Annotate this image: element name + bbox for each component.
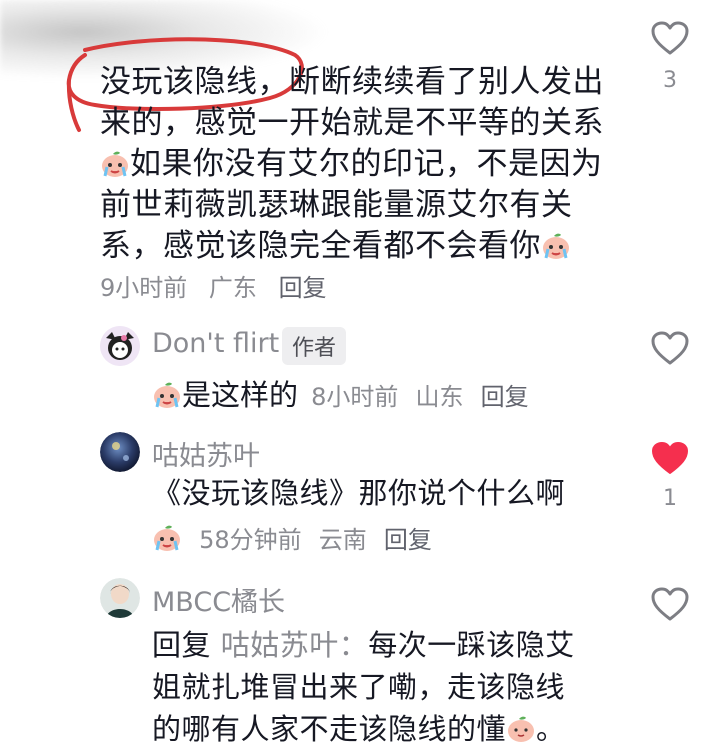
reply-button[interactable]: 回复 [481, 383, 529, 411]
username[interactable]: Don't flirt [152, 328, 279, 359]
location: 山东 [415, 383, 464, 411]
crying-peach-emoji-icon [152, 524, 182, 552]
reply-target-username[interactable]: 咕姑苏叶： [221, 628, 369, 662]
heart-outline-icon[interactable] [650, 330, 690, 366]
like-count: 3 [663, 68, 677, 93]
comment-1-meta: 9小时前 广东 回复 [100, 268, 341, 303]
comment-4-text: 回复 咕姑苏叶：每次一踩该隐艾 姐就扎堆冒出来了嘞，走该隐线 的哪有人家不走该隐… [152, 624, 632, 750]
username[interactable]: 咕姑苏叶 [152, 434, 260, 473]
comment-1-text: 没玩该隐线，断断续续看了别人发出 来的，感觉一开始就是不平等的关系 如果你没有艾… [100, 62, 620, 267]
reply-button[interactable]: 回复 [279, 274, 327, 302]
like-count: 1 [663, 486, 677, 511]
comment-4-line: 的哪有人家不走该隐线的懂 。 [152, 712, 566, 746]
comment-1-line: 系，感觉该隐完全看都不会看你 [100, 226, 620, 267]
comment-4-line: 姐就扎堆冒出来了嘞，走该隐线 [152, 670, 566, 704]
comment-1-line: 来的，感觉一开始就是不平等的关系 [100, 105, 604, 141]
comment-3-meta: 58分钟前 云南 回复 [152, 520, 432, 555]
timestamp: 58分钟前 [199, 526, 302, 554]
avatar[interactable] [100, 432, 140, 472]
comment-1-line: 没玩该隐线，断断续续看了别人发出 [100, 64, 604, 100]
comment-2-text: 是这样的 [182, 378, 299, 412]
crying-peach-emoji-icon [541, 230, 571, 259]
heart-outline-icon[interactable] [650, 20, 690, 56]
location: 广东 [208, 274, 257, 302]
comment-3-text: 《没玩该隐线》那你说个什么啊 [152, 476, 566, 510]
heart-filled-icon[interactable] [650, 440, 690, 476]
location: 云南 [318, 526, 367, 554]
comment-4-line: 回复 咕姑苏叶：每次一踩该隐艾 [152, 628, 575, 662]
timestamp: 8小时前 [311, 383, 399, 411]
crying-peach-emoji-icon [100, 148, 130, 177]
author-badge: 作者 [282, 327, 347, 365]
comment-1-line: 前世莉薇凯瑟琳跟能量源艾尔有关 [100, 187, 573, 223]
username[interactable]: MBCC橘长 [152, 580, 285, 619]
comment-1-line: 如果你没有艾尔的印记，不是因为 [100, 144, 620, 185]
crying-peach-emoji-icon [152, 381, 182, 409]
heart-outline-icon[interactable] [650, 586, 690, 622]
reply-button[interactable]: 回复 [384, 526, 432, 554]
avatar[interactable] [100, 578, 140, 618]
comment-2-row: 是这样的 8小时前 山东 回复 [152, 372, 529, 414]
peach-emoji-icon [506, 712, 536, 742]
reply-prefix: 回复 [152, 628, 212, 662]
timestamp: 9小时前 [100, 274, 188, 302]
avatar[interactable] [100, 326, 140, 366]
